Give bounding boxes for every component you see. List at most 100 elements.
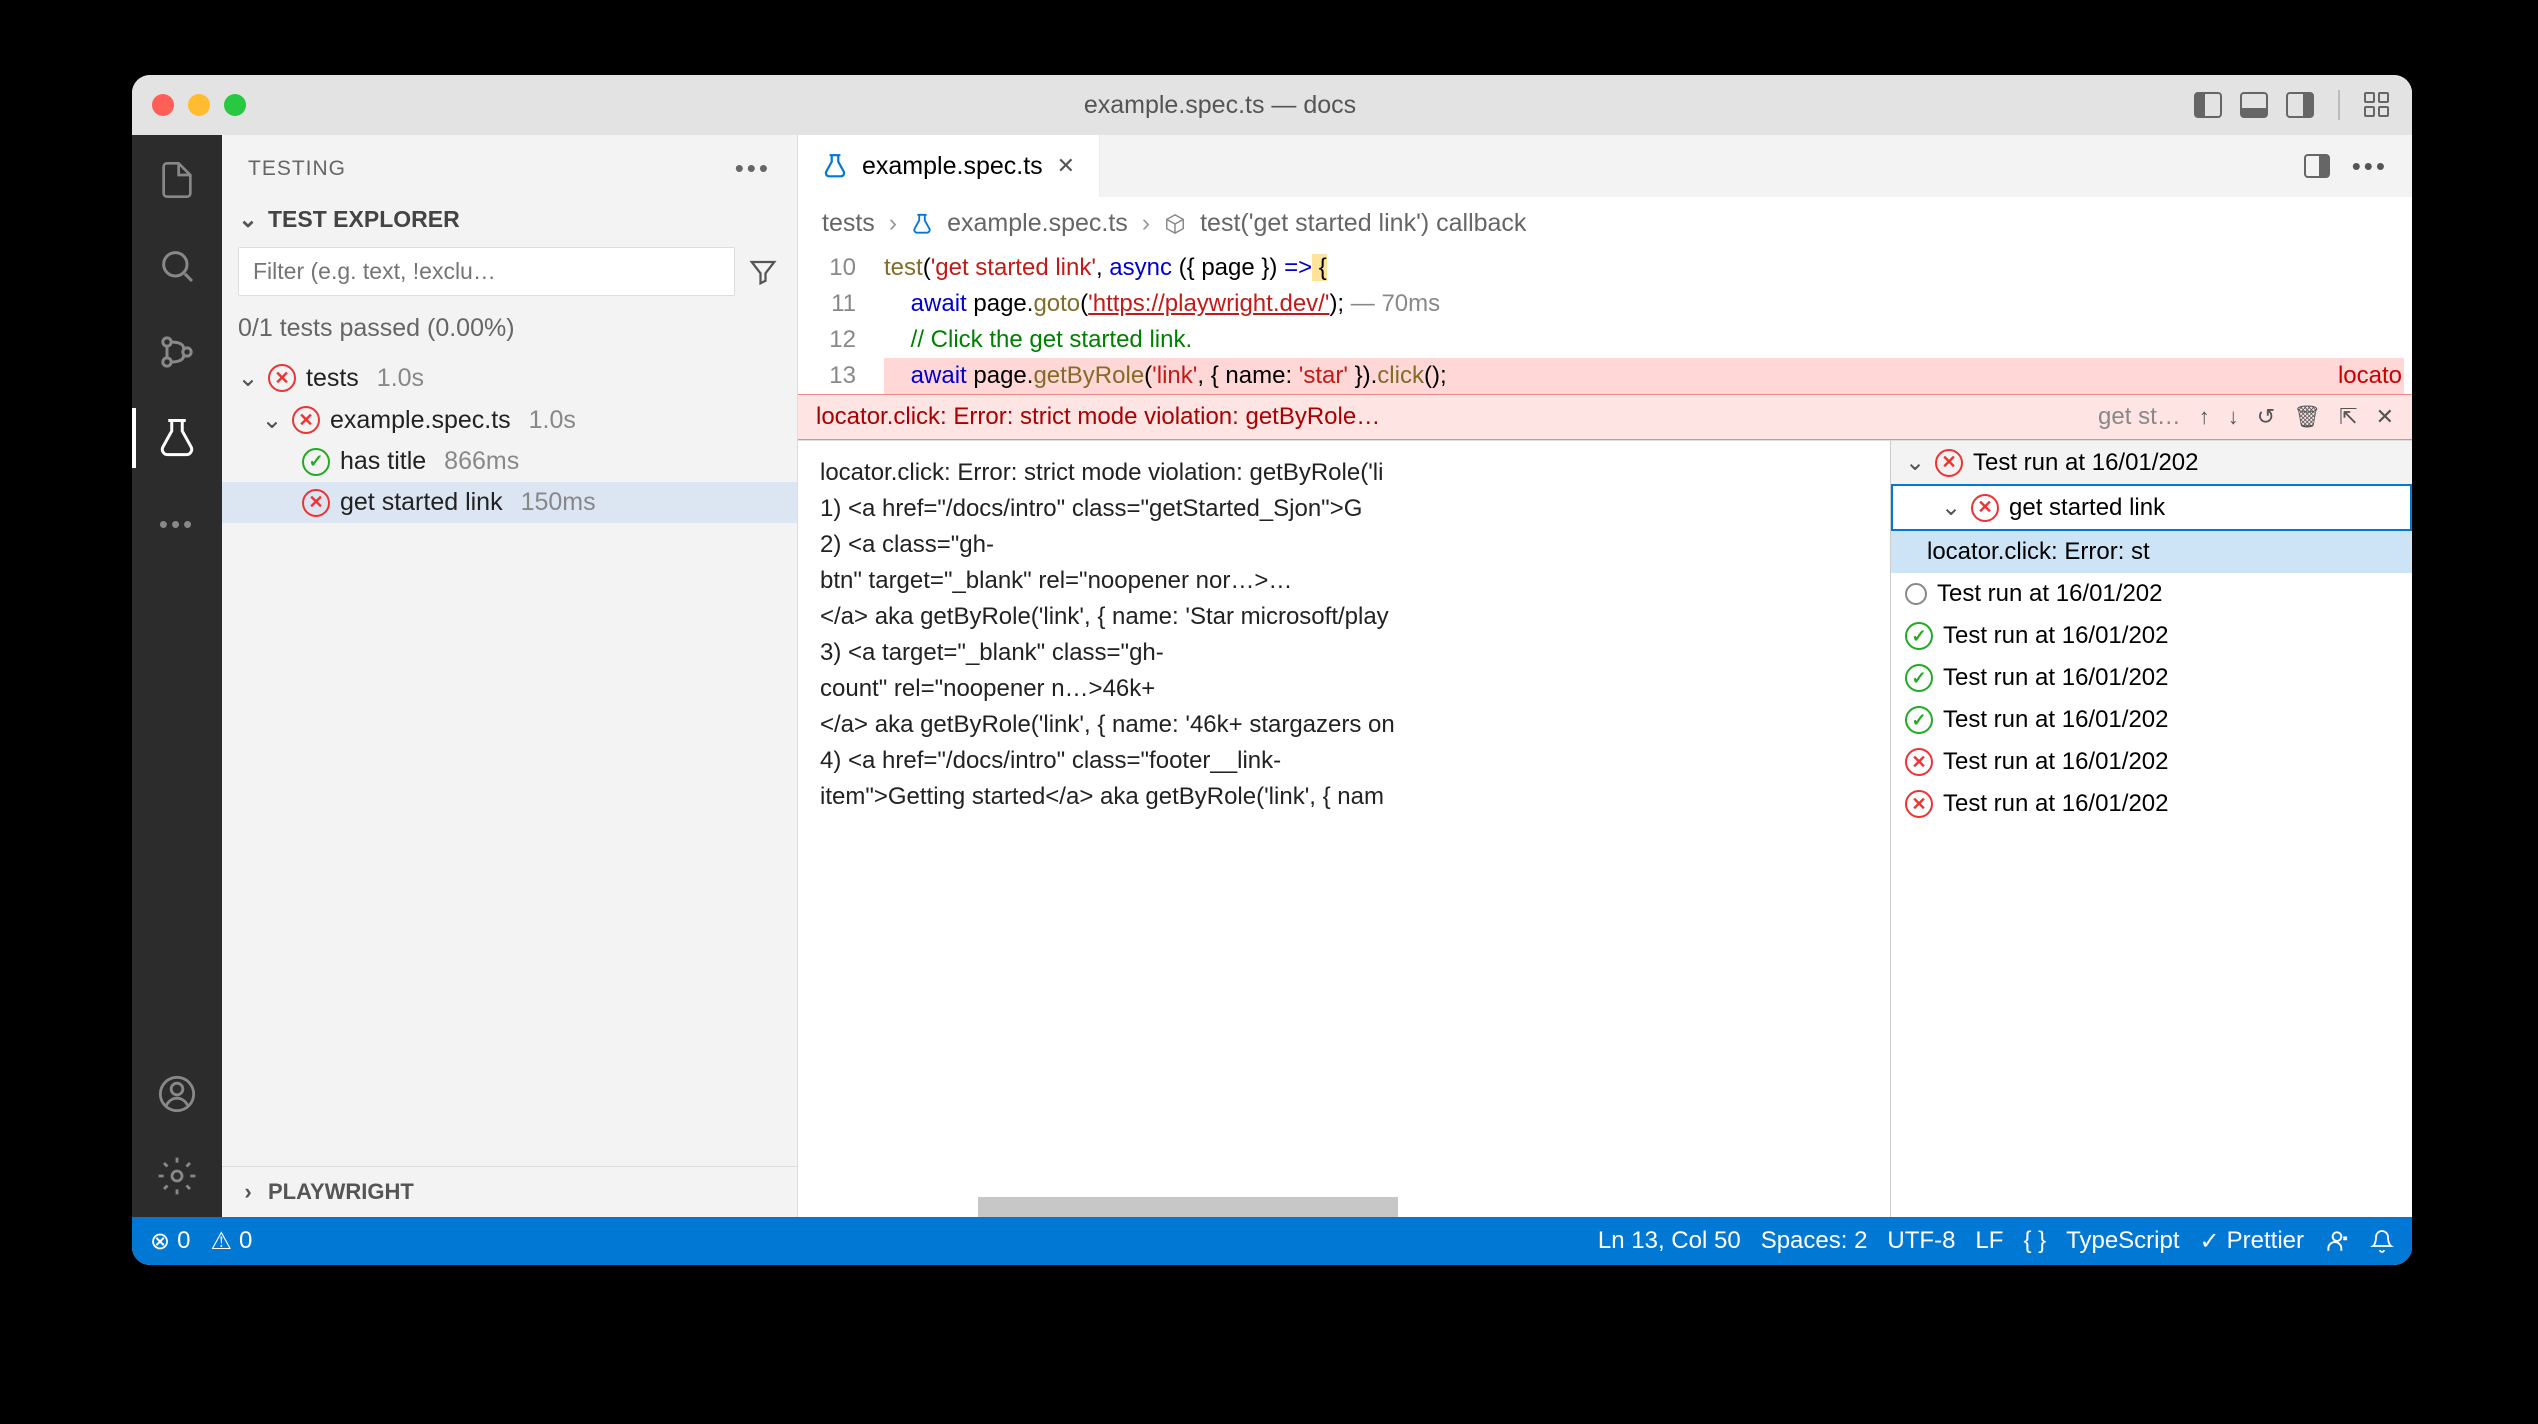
customize-layout-icon[interactable] <box>2364 92 2392 118</box>
chevron-right-icon: › <box>238 1179 258 1205</box>
line-number: 12 <box>798 322 856 358</box>
braces-icon[interactable]: { } <box>2023 1227 2046 1255</box>
accounts-icon[interactable] <box>156 1073 198 1115</box>
run-entry[interactable]: Test run at 16/01/202 <box>1891 573 2412 615</box>
code-line[interactable]: await page.goto('https://playwright.dev/… <box>884 286 2404 322</box>
minimize-window-button[interactable] <box>188 94 210 116</box>
status-warnings[interactable]: ⚠ 0 <box>210 1227 252 1256</box>
eol-info[interactable]: LF <box>1975 1227 2003 1255</box>
toggle-panel-icon[interactable] <box>2240 92 2268 118</box>
run-entry-selected[interactable]: ⌄✕get started link <box>1891 484 2412 531</box>
fail-icon: ✕ <box>1905 790 1933 818</box>
pass-icon: ✓ <box>1905 664 1933 692</box>
error-line: btn" target="_blank" rel="noopener nor…>… <box>820 563 1868 599</box>
delete-icon[interactable]: 🗑 <box>2293 404 2321 430</box>
close-peek-icon[interactable]: ✕ <box>2376 404 2394 430</box>
test-explorer-header[interactable]: ⌄ TEST EXPLORER <box>222 198 797 241</box>
run-entry[interactable]: ✓Test run at 16/01/202 <box>1891 699 2412 741</box>
testing-sidebar: TESTING ••• ⌄ TEST EXPLORER 0/1 tests pa… <box>222 135 798 1217</box>
breadcrumb-item[interactable]: tests <box>822 209 875 238</box>
test-run-history: ⌄✕Test run at 16/01/202 ⌄✕get started li… <box>1890 441 2412 1217</box>
cursor-position[interactable]: Ln 13, Col 50 <box>1598 1227 1741 1255</box>
status-errors[interactable]: ⊗ 0 <box>150 1227 190 1256</box>
tree-node-tests[interactable]: ⌄ ✕ tests 1.0s <box>222 357 797 399</box>
notifications-icon[interactable] <box>2370 1229 2394 1253</box>
open-external-icon[interactable]: ⇱ <box>2339 404 2357 430</box>
error-message: locator.click: Error: strict mode violat… <box>816 403 2080 431</box>
section-label: PLAYWRIGHT <box>268 1179 414 1205</box>
run-label: Test run at 16/01/202 <box>1943 664 2169 692</box>
chevron-down-icon: ⌄ <box>1905 448 1925 477</box>
next-error-icon[interactable]: ↓ <box>2228 404 2239 430</box>
window-title: example.spec.ts — docs <box>246 91 2194 120</box>
code-line-error[interactable]: await page.getByRole('link', { name: 'st… <box>884 358 2404 394</box>
horizontal-scrollbar[interactable] <box>978 1197 1398 1217</box>
close-tab-icon[interactable]: ✕ <box>1057 153 1075 179</box>
tree-node-has-title[interactable]: ✓ has title 866ms <box>222 441 797 482</box>
run-entry[interactable]: ✓Test run at 16/01/202 <box>1891 615 2412 657</box>
chevron-down-icon: ⌄ <box>238 363 258 393</box>
run-entry[interactable]: ⌄✕Test run at 16/01/202 <box>1891 441 2412 484</box>
editor-more-icon[interactable]: ••• <box>2352 151 2388 182</box>
prev-error-icon[interactable]: ↑ <box>2199 404 2210 430</box>
fail-icon: ✕ <box>292 406 320 434</box>
source-control-icon[interactable] <box>156 331 198 373</box>
node-duration: 1.0s <box>377 364 424 393</box>
feedback-icon[interactable] <box>2324 1228 2350 1254</box>
error-context: get st… <box>2098 403 2181 431</box>
run-entry[interactable]: ✕ Test run at 16/01/202 <box>1891 783 2412 825</box>
code-line[interactable]: test('get started link', async ({ page }… <box>884 250 2404 286</box>
chevron-down-icon: ⌄ <box>238 206 258 233</box>
error-line: item">Getting started</a> aka getByRole(… <box>820 779 1868 815</box>
code-line[interactable]: // Click the get started link. <box>884 322 2404 358</box>
sidebar-more-icon[interactable]: ••• <box>735 153 771 184</box>
run-entry[interactable]: ✕Test run at 16/01/202 <box>1891 741 2412 783</box>
node-label: example.spec.ts <box>330 406 511 435</box>
error-details[interactable]: locator.click: Error: strict mode violat… <box>798 441 1890 1217</box>
section-label: TEST EXPLORER <box>268 206 460 233</box>
language-mode[interactable]: TypeScript <box>2066 1227 2179 1255</box>
history-icon[interactable]: ↺ <box>2257 404 2275 430</box>
editor-tabs: example.spec.ts ✕ ••• <box>798 135 2412 197</box>
run-label: Test run at 16/01/202 <box>1943 790 2169 818</box>
error-line: 3) <a target="_blank" class="gh- <box>820 635 1868 671</box>
fail-icon: ✕ <box>268 364 296 392</box>
breadcrumbs[interactable]: tests › example.spec.ts › test('get star… <box>798 197 2412 250</box>
editor-group: example.spec.ts ✕ ••• tests › example.sp… <box>798 135 2412 1217</box>
testing-icon[interactable] <box>156 417 198 459</box>
maximize-window-button[interactable] <box>224 94 246 116</box>
more-views-icon[interactable]: ••• <box>156 503 198 545</box>
node-label: has title <box>340 447 426 476</box>
breadcrumb-item[interactable]: test('get started link') callback <box>1200 209 1526 238</box>
toggle-secondary-sidebar-icon[interactable] <box>2286 92 2314 118</box>
explorer-icon[interactable] <box>156 159 198 201</box>
playwright-section-header[interactable]: › PLAYWRIGHT <box>222 1166 797 1217</box>
error-count: 0 <box>177 1227 190 1255</box>
tree-node-file[interactable]: ⌄ ✕ example.spec.ts 1.0s <box>222 399 797 441</box>
filter-icon[interactable] <box>745 254 781 290</box>
search-icon[interactable] <box>156 245 198 287</box>
node-label: tests <box>306 364 359 393</box>
node-duration: 866ms <box>444 447 519 476</box>
split-editor-icon[interactable] <box>2304 154 2330 178</box>
run-label: Test run at 16/01/202 <box>1973 449 2199 477</box>
test-filter-input[interactable] <box>238 247 735 296</box>
chevron-right-icon: › <box>889 209 897 238</box>
warning-count: 0 <box>239 1227 252 1255</box>
encoding-info[interactable]: UTF-8 <box>1887 1227 1955 1255</box>
run-error-detail[interactable]: locator.click: Error: st <box>1891 531 2412 573</box>
indent-info[interactable]: Spaces: 2 <box>1761 1227 1868 1255</box>
close-window-button[interactable] <box>152 94 174 116</box>
prettier-status[interactable]: ✓ Prettier <box>2200 1227 2304 1256</box>
run-entry[interactable]: ✓ Test run at 16/01/202 <box>1891 657 2412 699</box>
tree-node-get-started[interactable]: ✕ get started link 150ms <box>222 482 797 523</box>
toggle-primary-sidebar-icon[interactable] <box>2194 92 2222 118</box>
code-editor[interactable]: 10 11 12 13 test('get started link', asy… <box>798 250 2412 394</box>
status-bar: ⊗ 0 ⚠ 0 Ln 13, Col 50 Spaces: 2 UTF-8 LF… <box>132 1217 2412 1265</box>
node-label: get started link <box>340 488 503 517</box>
editor-tab[interactable]: example.spec.ts ✕ <box>798 135 1100 197</box>
settings-icon[interactable] <box>156 1155 198 1197</box>
breadcrumb-item[interactable]: example.spec.ts <box>947 209 1128 238</box>
test-tree: ⌄ ✕ tests 1.0s ⌄ ✕ example.spec.ts 1.0s … <box>222 351 797 529</box>
inline-error: locato <box>2338 358 2402 394</box>
